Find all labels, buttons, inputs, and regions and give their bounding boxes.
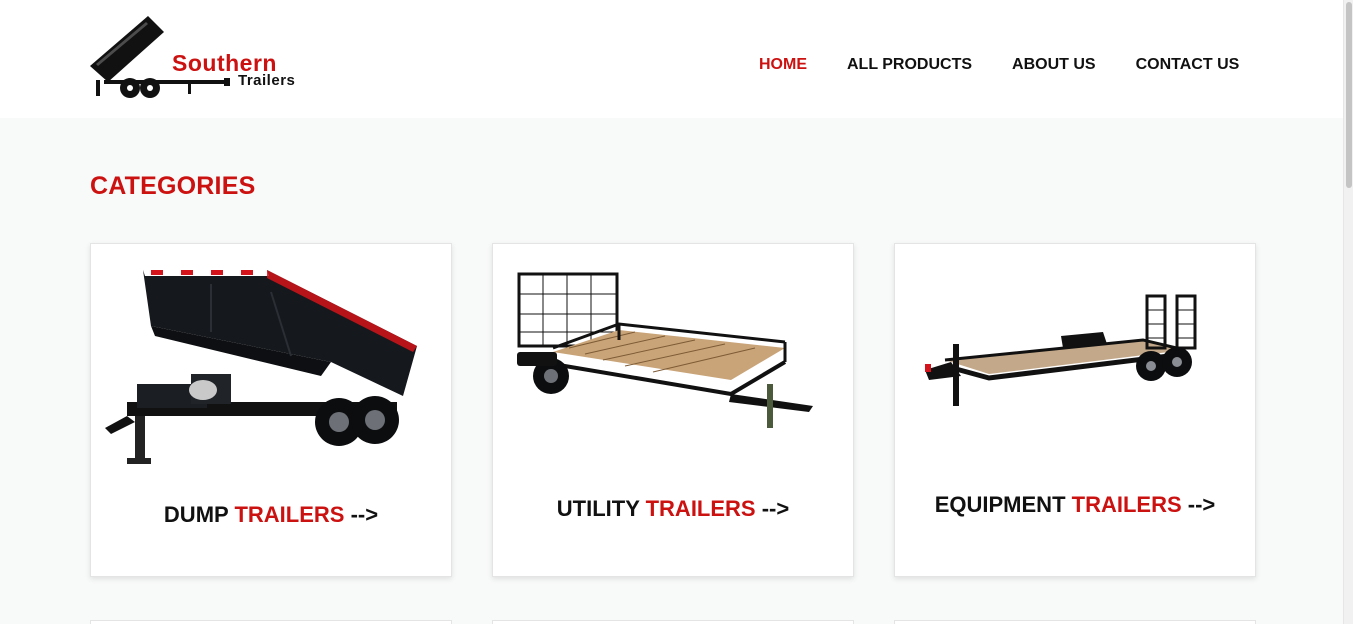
- category-word: DUMP: [163, 502, 229, 527]
- category-word: EQUIPMENT: [934, 492, 1066, 517]
- category-title-utility[interactable]: UTILITY TRAILERS -->: [493, 496, 853, 522]
- site-header: Southern Trailers HOME ALL PRODUCTS ABOU…: [0, 0, 1343, 118]
- category-card-next-row[interactable]: [492, 620, 854, 624]
- categories-heading: CATEGORIES: [90, 172, 256, 200]
- scrollbar-thumb[interactable]: [1346, 2, 1352, 188]
- category-arrow: -->: [350, 502, 379, 527]
- category-accent: TRAILERS: [234, 502, 345, 527]
- nav-home[interactable]: HOME: [759, 55, 807, 75]
- category-accent: TRAILERS: [1071, 492, 1182, 517]
- category-card-dump[interactable]: DUMP TRAILERS -->: [90, 243, 452, 577]
- utility-trailer-image: [517, 272, 813, 428]
- main-nav: HOME ALL PRODUCTS ABOUT US CONTACT US: [759, 55, 1279, 75]
- category-card-next-row[interactable]: [90, 620, 452, 624]
- logo-name-line2: Trailers: [238, 72, 296, 89]
- category-title-dump[interactable]: DUMP TRAILERS -->: [91, 502, 451, 528]
- site-logo[interactable]: Southern Trailers: [88, 14, 324, 100]
- nav-about-us[interactable]: ABOUT US: [1012, 55, 1096, 75]
- category-card-equipment[interactable]: EQUIPMENT TRAILERS -->: [894, 243, 1256, 577]
- dump-trailer-image: [105, 270, 417, 464]
- category-arrow: -->: [761, 496, 790, 521]
- category-arrow: -->: [1187, 492, 1216, 517]
- nav-contact-us[interactable]: CONTACT US: [1136, 55, 1240, 75]
- page-scrollbar[interactable]: [1343, 0, 1353, 624]
- nav-all-products[interactable]: ALL PRODUCTS: [847, 55, 972, 75]
- category-card-next-row[interactable]: [894, 620, 1256, 624]
- category-accent: TRAILERS: [645, 496, 756, 521]
- category-word: UTILITY: [556, 496, 640, 521]
- category-title-equipment[interactable]: EQUIPMENT TRAILERS -->: [895, 492, 1255, 518]
- equipment-trailer-image: [925, 294, 1197, 406]
- category-card-utility[interactable]: UTILITY TRAILERS -->: [492, 243, 854, 577]
